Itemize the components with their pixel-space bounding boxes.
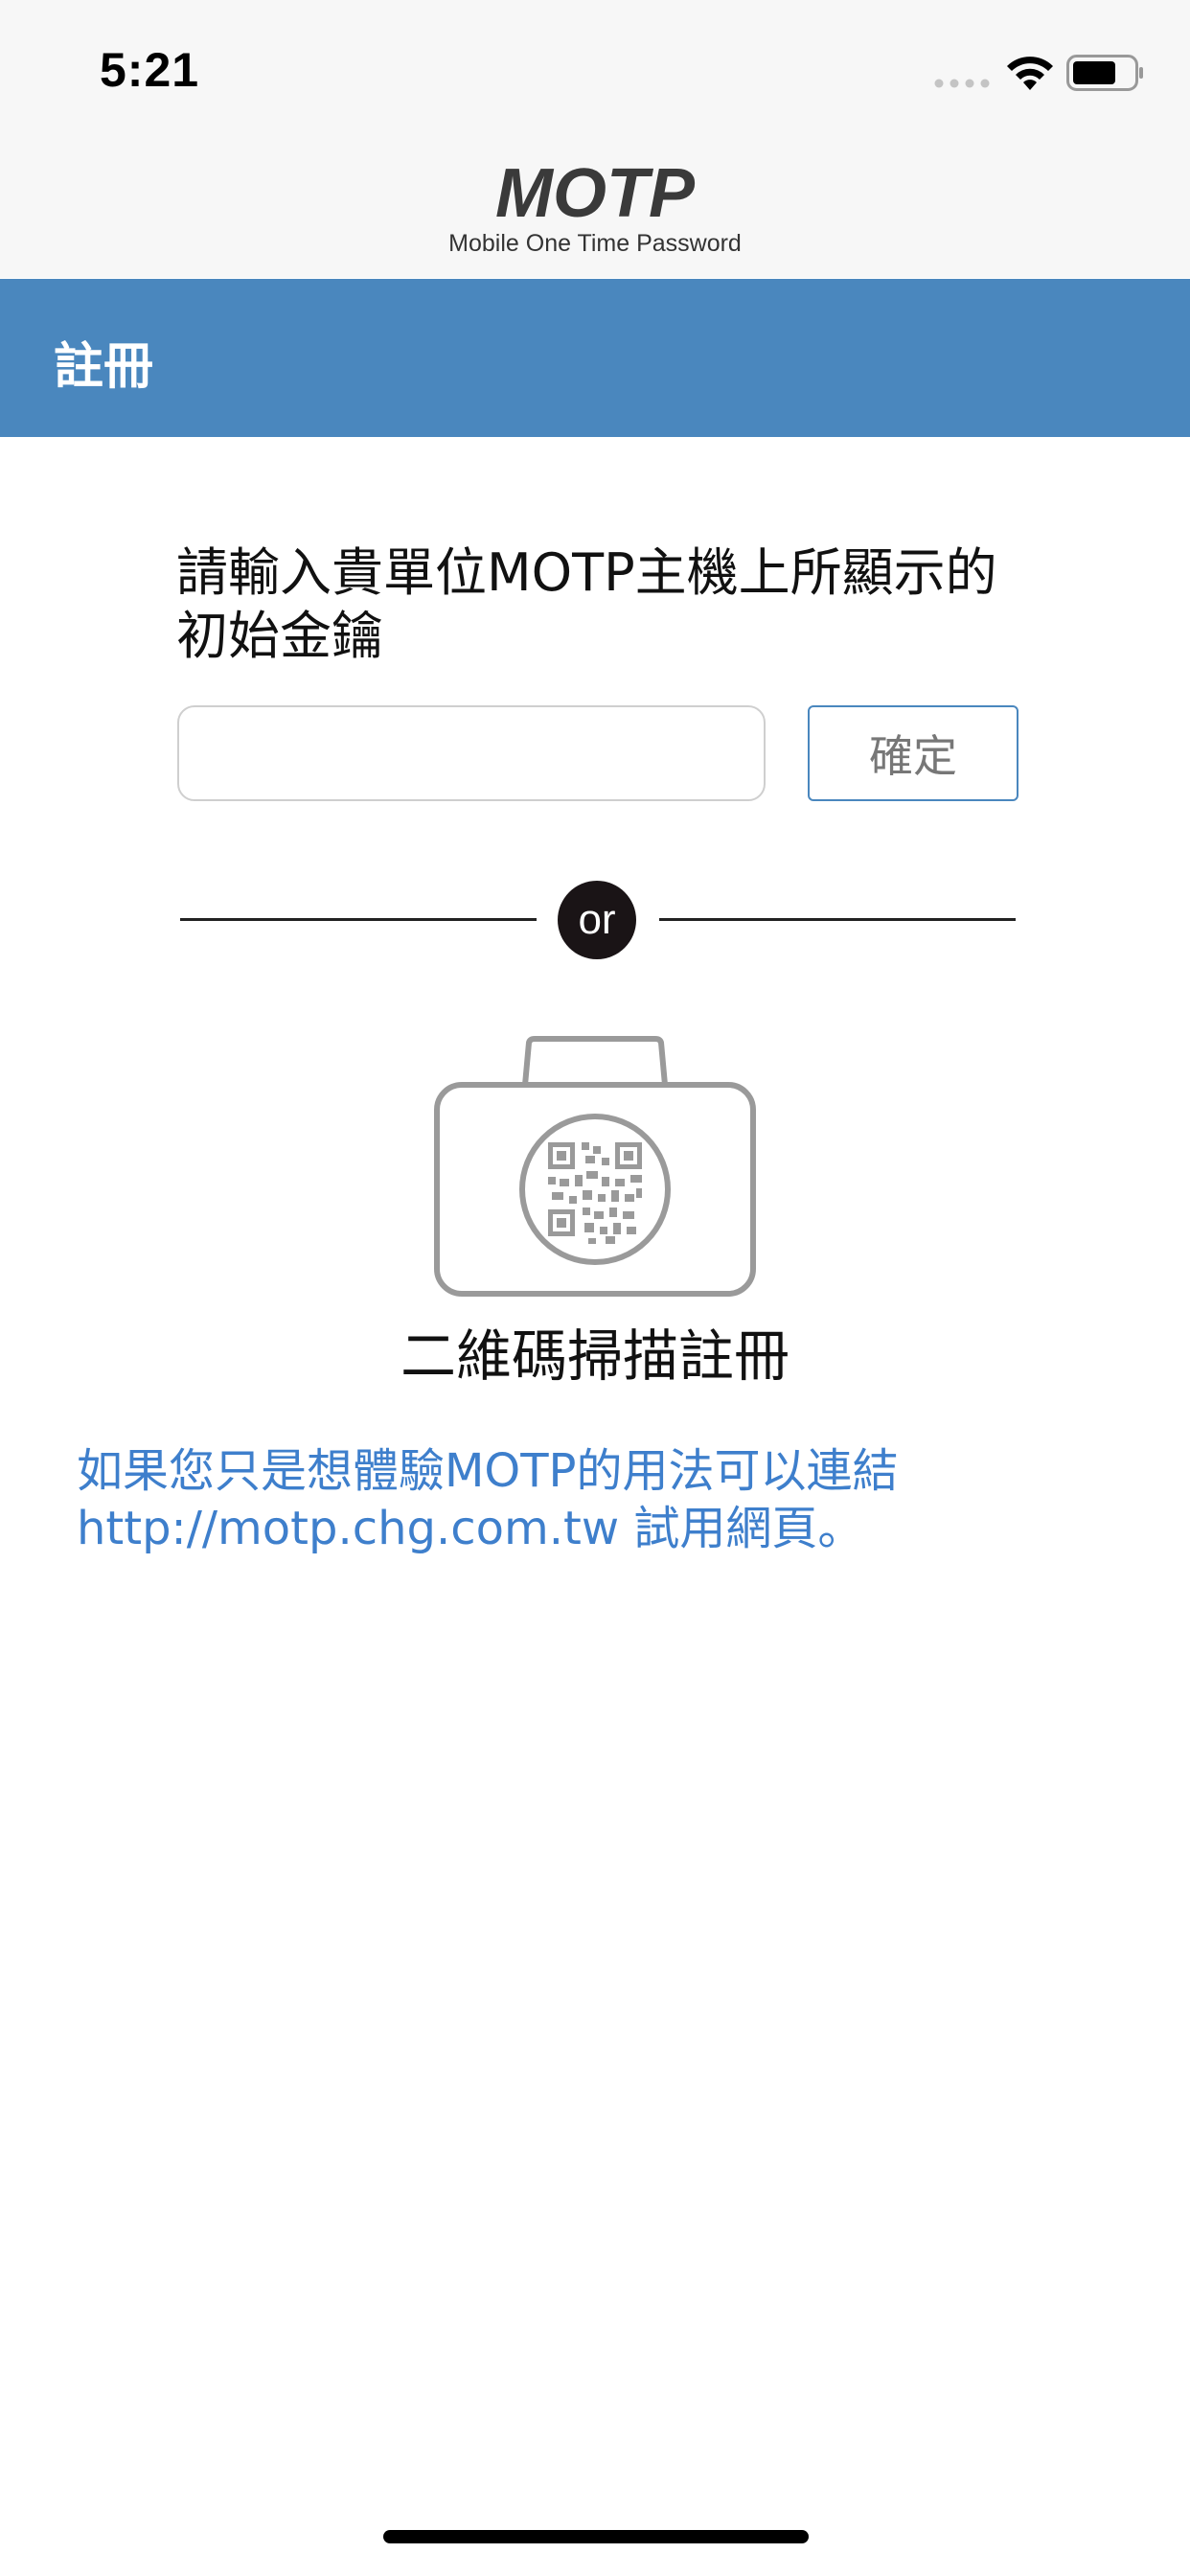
logo-subtitle: Mobile One Time Password [448,230,742,257]
or-badge: or [558,881,636,959]
home-indicator[interactable] [383,2530,809,2543]
trial-link[interactable]: http://motp.chg.com.tw [77,1502,619,1555]
trial-info-text: 如果您只是想體驗MOTP的用法可以連結 http://motp.chg.com.… [77,1442,1140,1557]
page-title: 註冊 [54,338,154,396]
logo-text: MOTP [495,159,696,224]
nav-bar [0,279,1190,437]
divider-line-right [659,918,1016,921]
trial-text-before: 如果您只是想體驗MOTP的用法可以連結 [77,1444,899,1498]
signal-dots-icon [934,79,990,88]
divider-line-left [180,918,537,921]
confirm-button[interactable]: 確定 [808,705,1018,801]
battery-icon [1066,55,1143,91]
wifi-icon [1007,57,1053,90]
camera-qr-icon[interactable] [433,1035,757,1300]
trial-text-after: 試用網頁。 [619,1502,864,1555]
instruction-text: 請輸入貴單位MOTP主機上所顯示的初始金鑰 [176,542,997,666]
status-time: 5:21 [100,43,200,97]
initial-key-input[interactable] [177,705,766,801]
qr-scan-register-label[interactable]: 二維碼掃描註冊 [0,1311,1190,1392]
motp-logo: MOTP [495,159,696,224]
